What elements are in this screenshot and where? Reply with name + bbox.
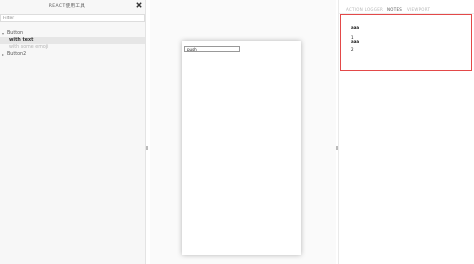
story-tree: ▾ Button with text with some emoji ▸ But… <box>0 30 145 58</box>
tree-story-label: with text <box>9 38 34 43</box>
stories-sidebar: REACT使用工具 ▾ Button with text with some e… <box>0 0 146 264</box>
tree-kind-button[interactable]: ▾ Button <box>0 30 145 37</box>
caret-right-icon: ▸ <box>2 52 5 57</box>
preview-area <box>150 0 336 264</box>
filter-input[interactable] <box>0 14 145 22</box>
notes-line: aaa <box>351 39 360 44</box>
close-x-icon[interactable] <box>136 2 142 8</box>
caret-down-icon: ▾ <box>2 31 5 36</box>
tree-kind-label: Button2 <box>7 52 27 57</box>
tab-action-logger[interactable]: ACTION LOGGER <box>346 7 383 12</box>
notes-line: 2 <box>351 47 354 52</box>
addon-tabs: ACTION LOGGER NOTES VIEWPORT <box>339 0 474 14</box>
tree-story-label: with some emoji <box>9 45 49 50</box>
tree-story-with-text[interactable]: with text <box>0 37 145 44</box>
sidebar-title: REACT使用工具 <box>48 4 86 9</box>
sidebar-header: REACT使用工具 <box>0 0 146 12</box>
preview-iframe <box>182 41 301 255</box>
tree-kind-label: Button <box>7 31 24 36</box>
tree-story-with-some-emoji[interactable]: with some emoji <box>0 44 145 51</box>
notes-line: aaa <box>351 25 360 30</box>
tree-kind-button2[interactable]: ▸ Button2 <box>0 51 145 58</box>
tab-notes[interactable]: NOTES <box>387 7 402 12</box>
sidebar-resize-handle[interactable] <box>146 146 148 150</box>
preview-text-input[interactable] <box>184 46 240 52</box>
tab-viewport[interactable]: VIEWPORT <box>407 7 430 12</box>
notes-highlight-box <box>340 14 472 71</box>
